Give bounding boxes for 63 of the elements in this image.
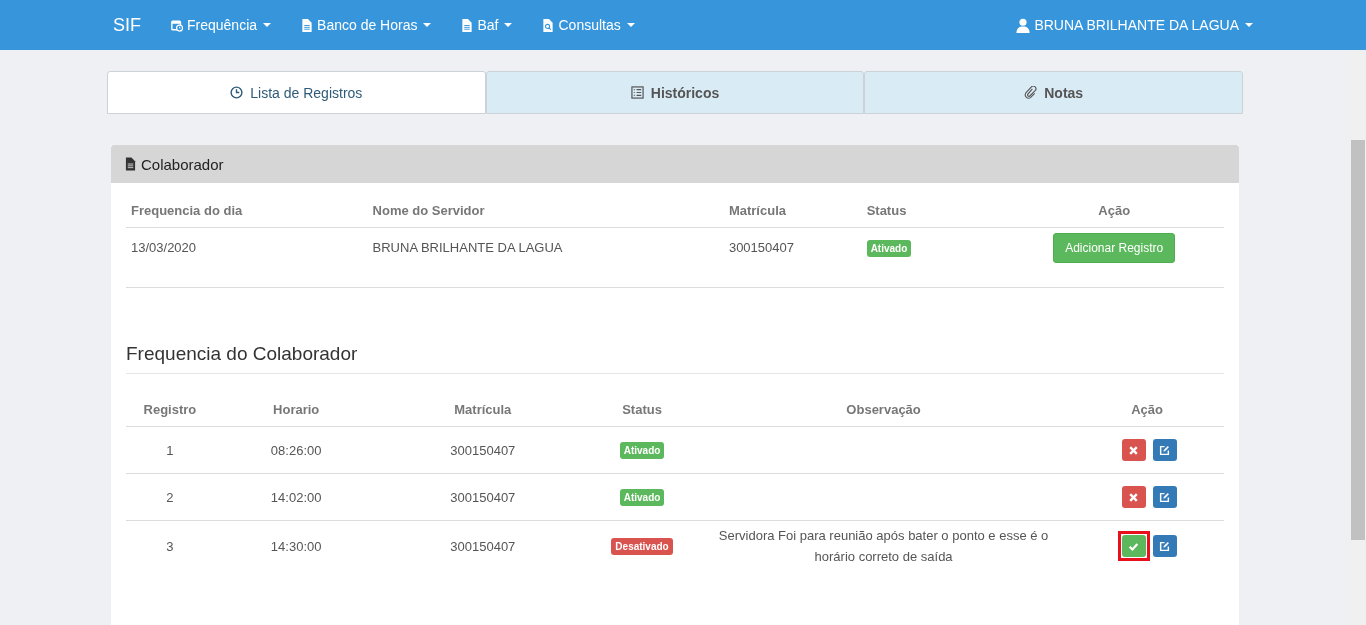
table-cell: 3 <box>126 520 214 571</box>
menu-dropdown[interactable]: Frequência <box>171 17 272 33</box>
add-record-button[interactable]: Adicionar Registro <box>1053 233 1176 263</box>
user-menu[interactable]: BRUNA BRILHANTE DA LAGUA <box>1016 17 1253 33</box>
status-badge: Desativado <box>611 537 673 555</box>
section-title: Frequencia do Colaborador <box>126 343 1224 374</box>
status-badge: Ativado <box>619 441 665 459</box>
column-header: Matrícula <box>718 195 862 228</box>
column-header: Frequencia do dia <box>126 195 368 228</box>
edit-button[interactable] <box>1152 486 1177 508</box>
column-header: Horario <box>213 394 379 427</box>
column-header: Observação <box>696 394 1071 427</box>
caret-icon <box>1245 23 1253 27</box>
caret-icon <box>504 23 513 27</box>
column-header: Registro <box>126 394 214 427</box>
document-icon <box>461 18 474 32</box>
panel-title: Colaborador <box>141 155 224 173</box>
table-cell: 2 <box>126 473 214 521</box>
table-cell: 13/03/2020 <box>126 227 368 288</box>
tab[interactable]: Notas <box>864 71 1243 114</box>
table-cell: 14:02:00 <box>213 473 379 521</box>
table-cell: 08:26:00 <box>213 426 379 474</box>
document-icon <box>125 157 136 171</box>
brand-link[interactable]: SIF <box>113 14 141 36</box>
close-icon <box>1128 444 1140 456</box>
table-cell: 1 <box>126 426 214 474</box>
column-header: Nome do Servidor <box>367 195 719 228</box>
table-cell: 300150407 <box>378 426 588 474</box>
status-badge: Ativado <box>619 488 665 506</box>
user-icon <box>1016 17 1031 33</box>
paperclip-icon <box>1024 86 1038 99</box>
edit-icon <box>1159 540 1171 552</box>
close-icon <box>1128 491 1140 503</box>
column-header: Status <box>587 394 697 427</box>
edit-icon <box>1159 444 1171 456</box>
clock-icon <box>230 86 244 99</box>
calendar-clock-icon <box>171 18 183 32</box>
tab[interactable]: Históricos <box>485 71 865 114</box>
edit-button[interactable] <box>1152 439 1177 461</box>
edit-button[interactable] <box>1152 535 1177 557</box>
check-icon <box>1128 540 1140 552</box>
table-cell: BRUNA BRILHANTE DA LAGUA <box>367 227 719 288</box>
menu-dropdown[interactable]: Baf <box>461 17 513 33</box>
document-search-icon <box>542 18 555 32</box>
menu-dropdown[interactable]: Banco de Horas <box>301 17 432 33</box>
column-header: Ação <box>1070 394 1224 427</box>
caret-icon <box>423 23 432 27</box>
table-cell: Servidora Foi para reunião após bater o ponto e esse é o horário correto de saída <box>718 528 1049 564</box>
table-cell: 300150407 <box>718 227 862 288</box>
table-cell: 300150407 <box>378 473 588 521</box>
column-header: Status <box>861 195 1005 228</box>
tab[interactable]: Lista de Registros <box>107 71 486 114</box>
menu-dropdown[interactable]: Consultas <box>542 17 635 33</box>
table-cell: 14:30:00 <box>213 520 379 571</box>
list-icon <box>630 86 644 99</box>
caret-icon <box>626 23 635 27</box>
status-badge: Ativado <box>866 240 912 257</box>
column-header: Ação <box>1004 195 1224 228</box>
table-cell: 300150407 <box>378 520 588 571</box>
column-header: Matrícula <box>378 394 588 427</box>
caret-icon <box>263 23 272 27</box>
document-icon <box>301 18 314 32</box>
edit-icon <box>1159 491 1171 503</box>
